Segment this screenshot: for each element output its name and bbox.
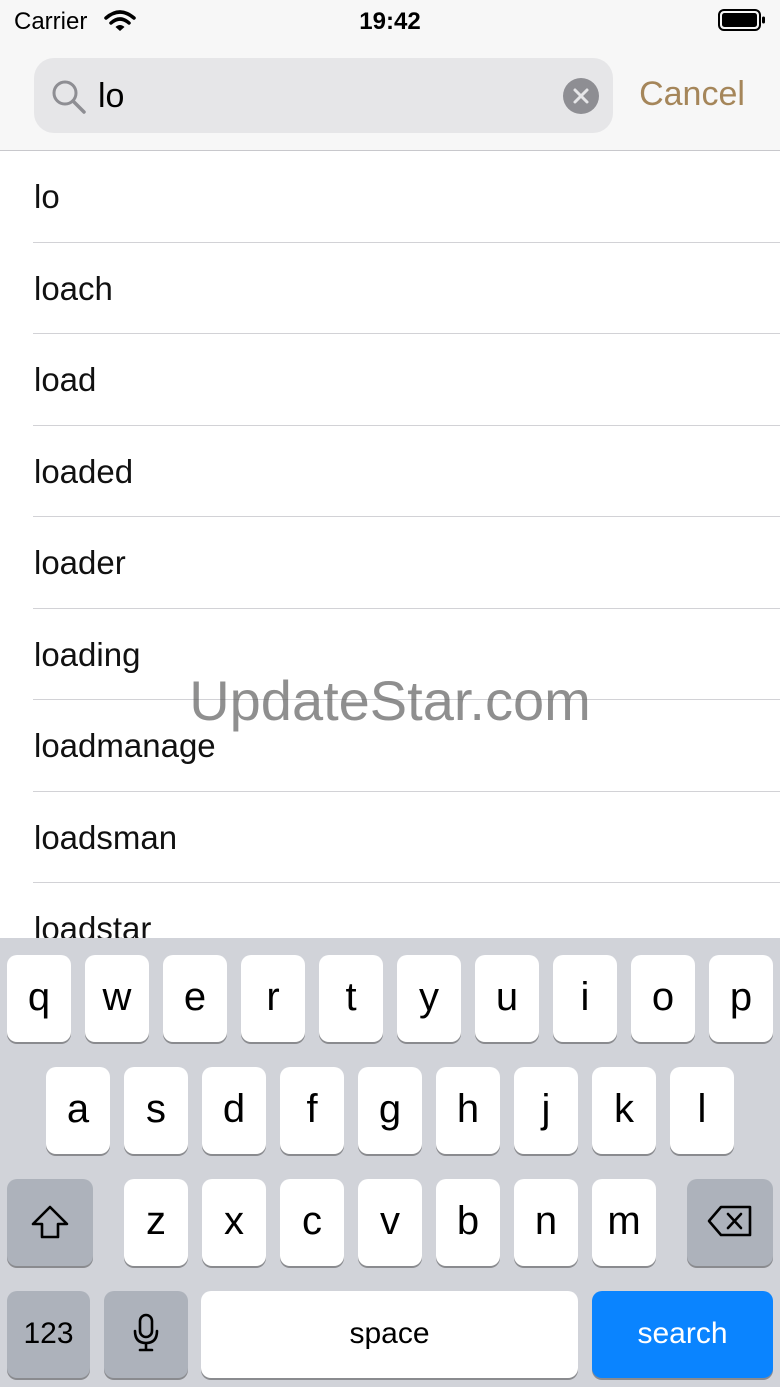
key-n[interactable]: n [514,1179,578,1266]
list-item[interactable]: load [0,334,780,426]
clock: 19:42 [359,8,421,35]
list-item[interactable]: loaded [0,426,780,518]
search-input[interactable]: lo [34,58,613,133]
clear-icon[interactable] [563,78,599,114]
status-bar: Carrier 19:42 [0,0,780,44]
search-bar: lo Cancel [0,44,780,151]
search-icon [52,80,86,114]
list-item-label: loadmanage [34,727,216,764]
list-item[interactable]: loadsman [0,792,780,884]
key-h[interactable]: h [436,1067,500,1154]
battery-icon [718,9,765,31]
suggestion-list: lo loach load loaded loader loading load… [0,151,780,938]
key-o[interactable]: o [631,955,695,1042]
list-item-label: loader [34,544,126,581]
key-e[interactable]: e [163,955,227,1042]
list-item-label: loading [34,635,141,673]
search-key[interactable]: search [592,1291,773,1378]
key-v[interactable]: v [358,1179,422,1266]
search-query[interactable]: lo [98,76,124,116]
key-z[interactable]: z [124,1179,188,1266]
list-item[interactable]: lo [0,151,780,243]
list-item-label: load [34,361,97,398]
space-key[interactable]: space [201,1291,578,1378]
key-x[interactable]: x [202,1179,266,1266]
list-item-label: lo [34,178,60,215]
key-i[interactable]: i [553,955,617,1042]
key-q[interactable]: q [7,955,71,1042]
key-g[interactable]: g [358,1067,422,1154]
key-s[interactable]: s [124,1067,188,1154]
delete-key[interactable] [687,1179,773,1266]
list-item[interactable]: loach [0,243,780,335]
key-t[interactable]: t [319,955,383,1042]
key-k[interactable]: k [592,1067,656,1154]
key-y[interactable]: y [397,955,461,1042]
key-r[interactable]: r [241,955,305,1042]
list-item-label: loach [34,269,113,307]
dictation-key[interactable] [104,1291,188,1378]
key-a[interactable]: a [46,1067,110,1154]
list-item-label: loadsman [34,818,178,856]
key-p[interactable]: p [709,955,773,1042]
list-item-label: loadstar [34,910,152,938]
key-c[interactable]: c [280,1179,344,1266]
key-l[interactable]: l [670,1067,734,1154]
shift-key[interactable] [7,1179,93,1266]
key-f[interactable]: f [280,1067,344,1154]
backspace-icon [707,1205,752,1237]
shift-icon [31,1205,69,1239]
list-item[interactable]: loadmanage [0,700,780,792]
key-b[interactable]: b [436,1179,500,1266]
list-item-label: loaded [34,452,134,490]
key-u[interactable]: u [475,955,539,1042]
cancel-button[interactable]: Cancel [630,74,754,114]
close-icon [573,88,589,104]
key-d[interactable]: d [202,1067,266,1154]
list-item[interactable]: loading [0,609,780,701]
microphone-icon [133,1313,159,1352]
key-j[interactable]: j [514,1067,578,1154]
list-item[interactable]: loader [0,517,780,609]
key-w[interactable]: w [85,955,149,1042]
numbers-key[interactable]: 123 [7,1291,90,1378]
list-item[interactable]: loadstar [0,883,780,938]
keyboard: q w e r t y u i o p a s d f g h j k l z … [0,938,780,1387]
key-m[interactable]: m [592,1179,656,1266]
